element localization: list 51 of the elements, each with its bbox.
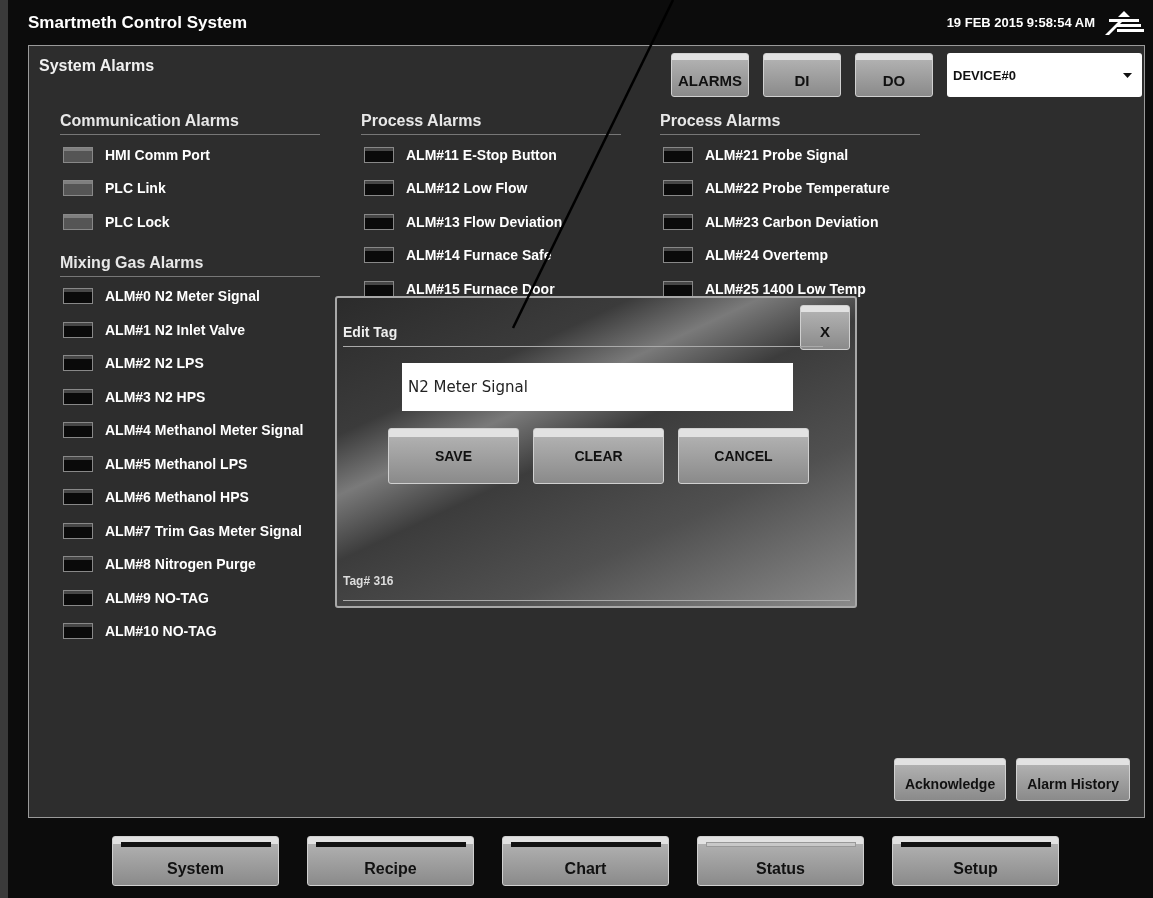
alarm-label[interactable]: ALM#5 Methanol LPS <box>105 455 248 472</box>
app-title: Smartmeth Control System <box>28 12 249 33</box>
panel-title: System Alarms <box>39 57 155 76</box>
alarm-label[interactable]: ALM#4 Methanol Meter Signal <box>105 422 304 439</box>
group-heading: Communication Alarms <box>60 109 320 135</box>
dialog-title: Edit Tag <box>343 323 398 340</box>
alarm-label[interactable]: ALM#2 N2 LPS <box>105 355 204 372</box>
nav-button[interactable]: Chart <box>502 836 669 886</box>
alarm-label[interactable]: ALM#8 Nitrogen Purge <box>105 556 256 573</box>
dialog-button[interactable]: CLEAR <box>533 428 664 484</box>
close-button[interactable]: X <box>800 305 850 350</box>
alarm-label[interactable]: ALM#23 Carbon Deviation <box>705 213 879 230</box>
caret-icon <box>1123 72 1132 78</box>
alarm-label[interactable]: ALM#1 N2 Inlet Valve <box>105 321 246 338</box>
dialog-button[interactable]: CANCEL <box>678 428 809 484</box>
alarm-label[interactable]: PLC Lock <box>105 213 170 230</box>
nav-button[interactable]: Recipe <box>307 836 474 886</box>
alarm-label[interactable]: HMI Comm Port <box>105 146 210 163</box>
alarm-label[interactable]: ALM#22 Probe Temperature <box>705 180 890 197</box>
action-button[interactable]: Alarm History <box>1016 758 1130 801</box>
nav-button[interactable]: System <box>112 836 279 886</box>
device-dropdown[interactable]: DEVICE#0 <box>947 53 1142 97</box>
action-button[interactable]: Acknowledge <box>893 758 1007 801</box>
alarm-label[interactable]: ALM#13 Flow Deviation <box>406 213 563 230</box>
view-button[interactable]: DO <box>855 53 933 97</box>
alarm-label[interactable]: ALM#15 Furnace Door <box>406 280 555 297</box>
alarm-label[interactable]: ALM#7 Trim Gas Meter Signal <box>105 522 302 539</box>
alarm-label[interactable]: ALM#14 Furnace Safe <box>406 247 552 264</box>
alarm-label[interactable]: PLC Link <box>105 180 166 197</box>
alarm-label[interactable]: ALM#6 Methanol HPS <box>105 489 249 506</box>
alarm-label[interactable]: ALM#9 NO-TAG <box>105 589 209 606</box>
tag-number: Tag# 316 <box>343 574 395 588</box>
alarm-label[interactable]: ALM#25 1400 Low Temp <box>705 280 866 297</box>
view-button[interactable]: DI <box>763 53 841 97</box>
alarm-label[interactable]: ALM#0 N2 Meter Signal <box>105 288 260 305</box>
alarm-label[interactable]: ALM#10 NO-TAG <box>105 623 217 640</box>
view-button[interactable]: ALARMS <box>671 53 749 97</box>
alarm-label[interactable]: ALM#3 N2 HPS <box>105 388 206 405</box>
nav-button[interactable]: Status <box>697 836 864 886</box>
logo-icon <box>1103 9 1145 36</box>
alarm-label[interactable]: ALM#11 E-Stop Button <box>406 146 557 163</box>
nav-button[interactable]: Setup <box>892 836 1059 886</box>
alarm-label[interactable]: ALM#12 Low Flow <box>406 180 528 197</box>
dialog-button[interactable]: SAVE <box>388 428 519 484</box>
alarm-label[interactable]: ALM#24 Overtemp <box>705 247 828 264</box>
group-heading: Process Alarms <box>660 109 920 135</box>
group-heading: Process Alarms <box>361 109 621 135</box>
date-time: 19 FEB 2015 9:58:54 AM <box>946 15 1095 30</box>
alarm-label[interactable]: ALM#21 Probe Signal <box>705 146 849 163</box>
tag-name-field[interactable]: N2 Meter Signal <box>402 363 793 411</box>
group-heading: Mixing Gas Alarms <box>60 250 320 277</box>
